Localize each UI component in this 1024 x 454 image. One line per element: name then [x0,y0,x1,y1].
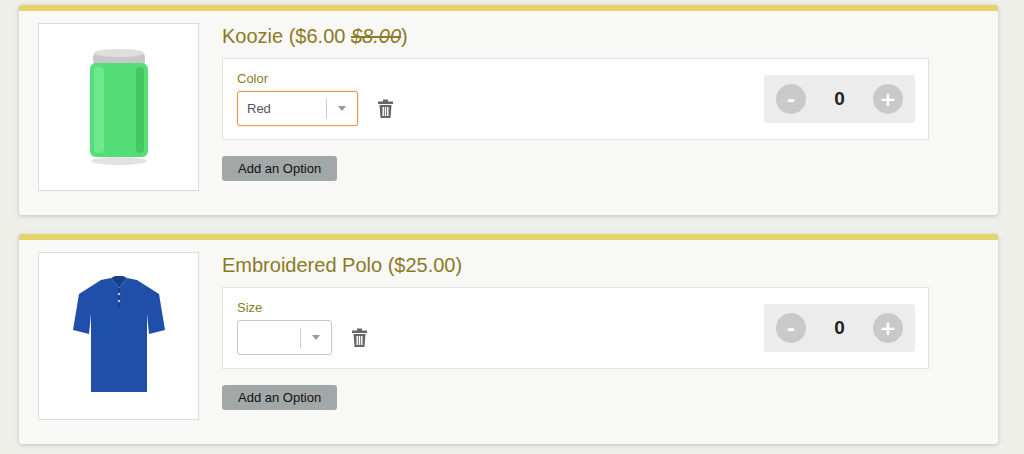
product-card: Embroidered Polo ($25.00) Size - 0 + Add an O… [19,234,998,444]
decrement-button[interactable]: - [776,84,806,114]
dropdown-caret-icon [312,335,320,340]
product-card: Koozie ($6.00 $8.00) Color Red - 0 + Add an Op… [19,5,998,215]
add-option-button[interactable]: Add an Option [222,385,337,410]
option-label: Color [237,71,394,86]
product-image [38,252,199,420]
decrement-button[interactable]: - [776,313,806,343]
product-title: Embroidered Polo ($25.00) [222,252,462,277]
trash-icon[interactable] [351,328,368,348]
increment-button[interactable]: + [873,84,903,114]
increment-button[interactable]: + [873,313,903,343]
add-option-button[interactable]: Add an Option [222,156,337,181]
quantity-value: 0 [834,317,845,339]
dropdown-caret-icon [338,106,346,111]
quantity-stepper: - 0 + [764,304,915,352]
trash-icon[interactable] [377,99,394,119]
quantity-value: 0 [834,88,845,110]
option-row: Size - 0 + [222,287,929,369]
koozie-icon [84,47,154,167]
polo-shirt-icon [71,274,167,398]
quantity-stepper: - 0 + [764,75,915,123]
option-row: Color Red - 0 + [222,58,929,140]
option-label: Size [237,300,368,315]
option-select[interactable]: Red [237,91,358,126]
product-title: Koozie ($6.00 $8.00) [222,23,408,48]
product-list: Koozie ($6.00 $8.00) Color Red - 0 + Add an Op… [0,0,1024,454]
product-image [38,23,199,191]
option-select[interactable] [237,320,332,355]
